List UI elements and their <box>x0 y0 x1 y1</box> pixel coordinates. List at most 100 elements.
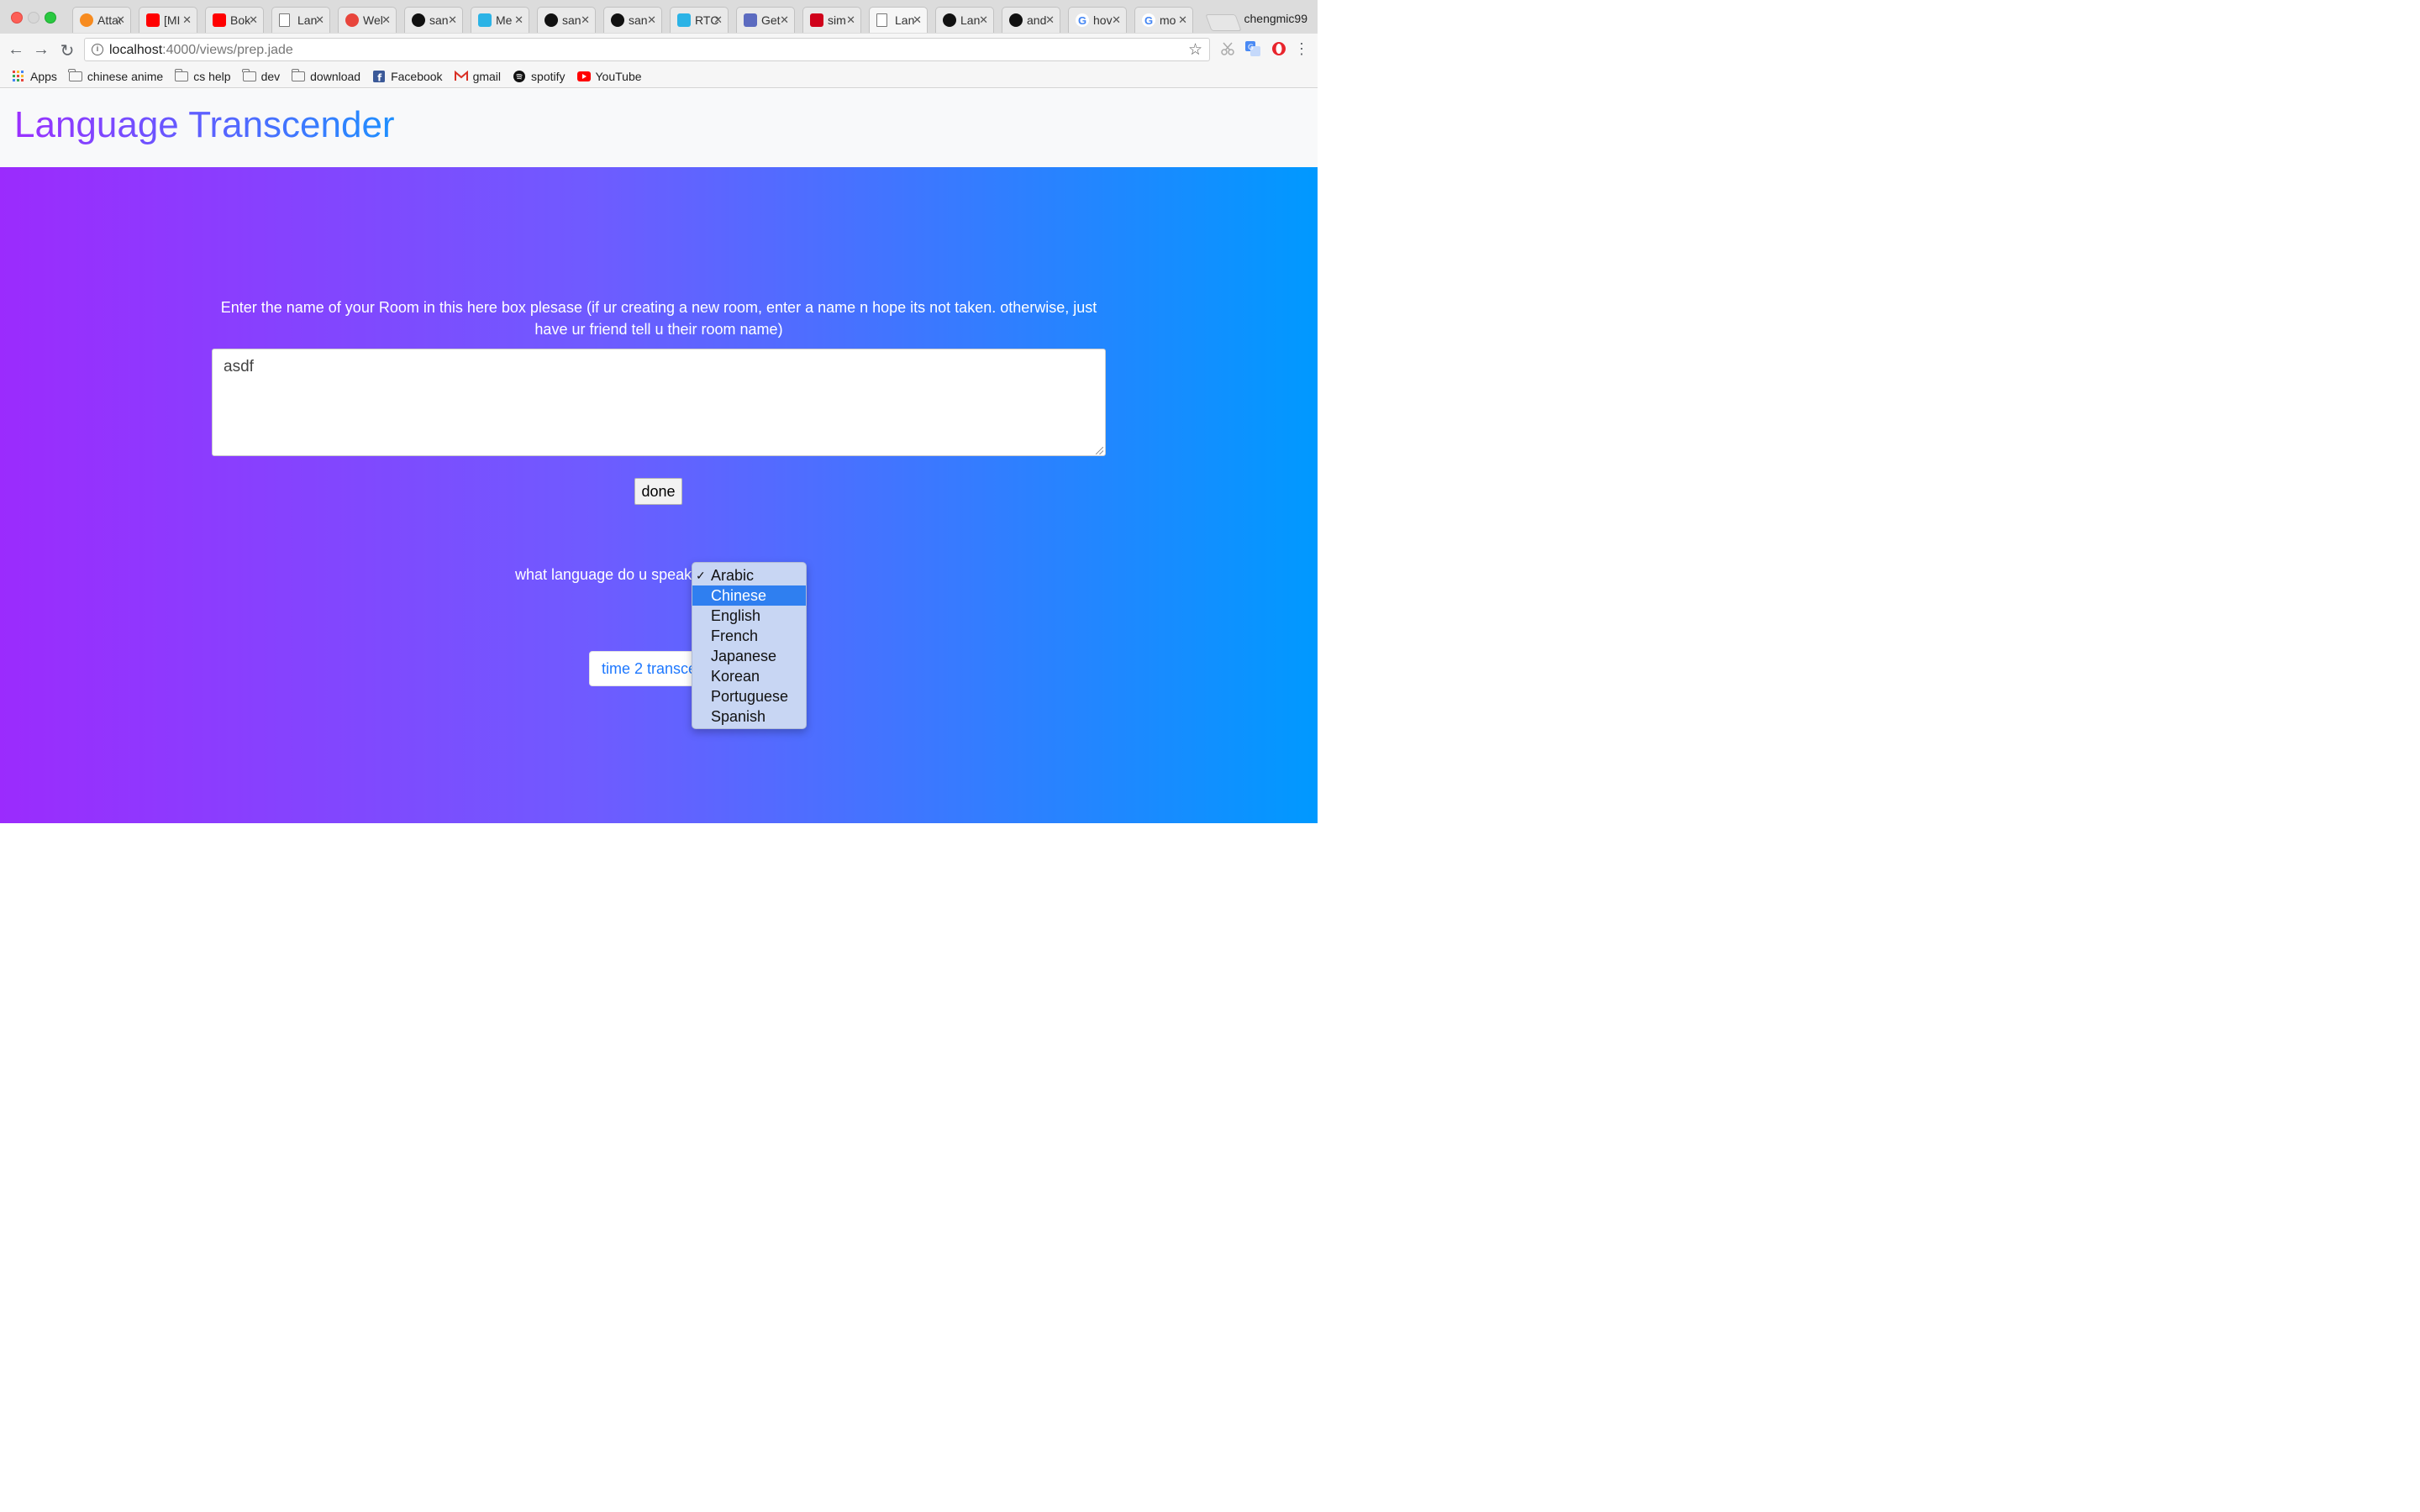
close-tab-icon[interactable]: ✕ <box>249 13 258 27</box>
browser-tabstrip: Attack✕ [MI✕ Bok✕ Lan✕ Wel✕ san✕ Me✕ san✕ san✕ RT… <box>0 0 1318 34</box>
browser-tab[interactable]: sim ✕ <box>802 7 861 33</box>
close-tab-icon[interactable]: ✕ <box>647 13 656 27</box>
browser-tab[interactable]: Attack✕ <box>72 7 131 33</box>
browser-tab[interactable]: Get ✕ <box>736 7 795 33</box>
bookmark-label: dev <box>260 70 281 83</box>
close-tab-icon[interactable]: ✕ <box>182 13 192 27</box>
language-option[interactable]: English <box>692 606 806 626</box>
scissors-extension-icon[interactable] <box>1220 41 1235 56</box>
browser-tab[interactable]: Me ✕ <box>471 7 529 33</box>
language-option[interactable]: Portuguese <box>692 686 806 706</box>
browser-tab[interactable]: Bok ✕ <box>205 7 264 33</box>
crunchyroll-icon <box>80 13 93 27</box>
browser-tab[interactable]: Lan ✕ <box>869 7 928 33</box>
browser-tab[interactable]: san ✕ <box>537 7 596 33</box>
close-tab-icon[interactable]: ✕ <box>448 13 457 27</box>
resize-handle-icon[interactable] <box>1096 447 1103 454</box>
github-icon <box>412 13 425 27</box>
hero-section: Enter the name of your Room in this here… <box>0 167 1318 823</box>
svg-text:G: G <box>1248 44 1254 52</box>
address-bar[interactable]: i localhost:4000/views/prep.jade ☆ <box>84 38 1210 61</box>
bookmark-dev[interactable]: dev <box>242 69 281 83</box>
folder-icon <box>68 69 82 81</box>
bookmark-label: chinese anime <box>87 70 164 83</box>
github-icon <box>544 13 558 27</box>
opera-extension-icon[interactable] <box>1271 41 1286 56</box>
close-tab-icon[interactable]: ✕ <box>846 13 855 27</box>
browser-toolbar: ← → ↻ i localhost:4000/views/prep.jade ☆… <box>0 34 1318 66</box>
language-option-label: Arabic <box>711 567 755 584</box>
browser-tab[interactable]: Lan ✕ <box>271 7 330 33</box>
bookmark-gmail[interactable]: gmail <box>454 70 501 83</box>
browser-tab[interactable]: Wel ✕ <box>338 7 397 33</box>
new-tab-button[interactable] <box>1205 14 1242 31</box>
browser-tab[interactable]: san ✕ <box>404 7 463 33</box>
browser-tab[interactable]: and ✕ <box>1002 7 1060 33</box>
css3-icon <box>744 13 757 27</box>
bookmark-facebook[interactable]: f Facebook <box>372 70 443 83</box>
language-option[interactable]: Spanish <box>692 706 806 727</box>
bookmark-download[interactable]: download <box>291 69 360 83</box>
close-tab-icon[interactable]: ✕ <box>713 13 723 27</box>
close-tab-icon[interactable]: ✕ <box>979 13 988 27</box>
close-tab-icon[interactable]: ✕ <box>1045 13 1055 27</box>
close-tab-icon[interactable]: ✕ <box>581 13 590 27</box>
language-option[interactable]: ✓ Arabic <box>692 565 806 585</box>
youtube-icon <box>576 71 591 81</box>
browser-tab[interactable]: [MI ✕ <box>139 7 197 33</box>
minimize-window-button[interactable] <box>28 12 39 24</box>
language-option[interactable]: Japanese <box>692 646 806 666</box>
close-tab-icon[interactable]: ✕ <box>315 13 324 27</box>
youtube-icon <box>146 13 160 27</box>
close-tab-icon[interactable]: ✕ <box>913 13 922 27</box>
browser-tab[interactable]: Lan ✕ <box>935 7 994 33</box>
bookmark-chinese-anime[interactable]: chinese anime <box>68 69 164 83</box>
tab-list: Attack✕ [MI✕ Bok✕ Lan✕ Wel✕ san✕ Me✕ san✕ san✕ RT… <box>72 7 1201 34</box>
browser-tab[interactable]: Gmo ✕ <box>1134 7 1193 33</box>
browser-tab[interactable]: Ghov ✕ <box>1068 7 1127 33</box>
brand-title[interactable]: Language Transcender <box>14 104 395 146</box>
back-arrow-icon[interactable]: ← <box>7 40 25 60</box>
maximize-window-button[interactable] <box>45 12 56 24</box>
bookmark-star-icon[interactable]: ☆ <box>1188 40 1202 60</box>
url-path: :4000/views/prep.jade <box>162 43 293 57</box>
bookmark-label: Apps <box>30 70 57 83</box>
room-prompt-text: Enter the name of your Room in this here… <box>220 299 1097 338</box>
bookmark-label: YouTube <box>595 70 642 83</box>
youtube-icon <box>213 13 226 27</box>
language-option[interactable]: Chinese <box>692 585 806 606</box>
translate-extension-icon[interactable]: G <box>1245 41 1260 56</box>
language-dropdown-menu[interactable]: ✓ Arabic Chinese English French Japanese Korea… <box>692 562 807 729</box>
close-tab-icon[interactable]: ✕ <box>1178 13 1187 27</box>
url-text[interactable]: localhost:4000/views/prep.jade <box>109 43 293 58</box>
gmail-icon <box>454 71 468 81</box>
site-navbar: Language Transcender <box>0 89 1318 167</box>
language-option[interactable]: Korean <box>692 666 806 686</box>
close-tab-icon[interactable]: ✕ <box>1112 13 1121 27</box>
menu-kebab-icon[interactable]: ⋮ <box>1292 40 1311 58</box>
room-name-input[interactable]: asdf <box>212 349 1106 456</box>
google-icon: G <box>1142 13 1155 27</box>
close-window-button[interactable] <box>11 12 23 24</box>
done-button[interactable]: done <box>634 478 682 505</box>
bookmark-cs-help[interactable]: cs help <box>174 69 231 83</box>
close-tab-icon[interactable]: ✕ <box>514 13 523 27</box>
reload-icon[interactable]: ↻ <box>58 40 76 61</box>
profile-name[interactable]: chengmic99 <box>1244 12 1308 25</box>
folder-icon <box>174 69 189 81</box>
github-icon <box>943 13 956 27</box>
bookmark-label: Facebook <box>391 70 443 83</box>
close-tab-icon[interactable]: ✕ <box>116 13 125 27</box>
forward-arrow-icon[interactable]: → <box>32 40 50 60</box>
bookmark-apps[interactable]: Apps <box>12 70 57 83</box>
info-icon[interactable]: i <box>92 44 103 55</box>
close-tab-icon[interactable]: ✕ <box>780 13 789 27</box>
browser-tab[interactable]: san ✕ <box>603 7 662 33</box>
bookmark-youtube[interactable]: YouTube <box>576 70 642 83</box>
spotify-icon <box>513 71 526 82</box>
browser-tab[interactable]: RTC ✕ <box>670 7 729 33</box>
bookmark-spotify[interactable]: spotify <box>513 70 566 83</box>
language-option[interactable]: French <box>692 626 806 646</box>
language-option-label: Japanese <box>711 648 777 664</box>
close-tab-icon[interactable]: ✕ <box>381 13 391 27</box>
